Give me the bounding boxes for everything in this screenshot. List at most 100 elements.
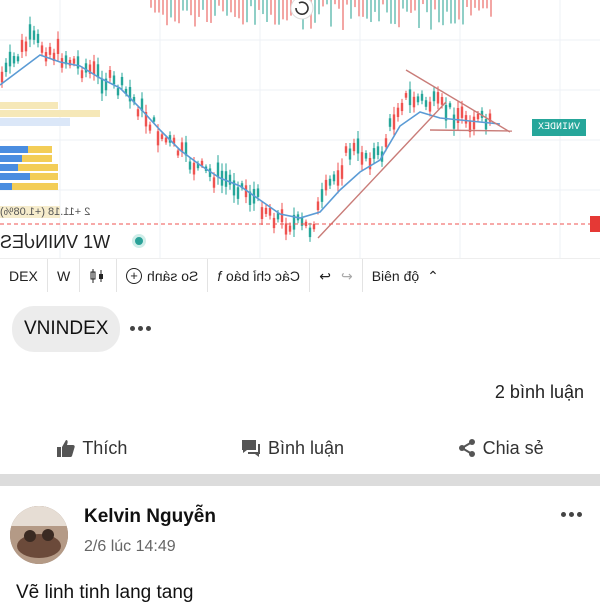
volume-bar <box>398 0 400 28</box>
toolbar-symbol[interactable]: DEX <box>0 259 48 292</box>
comment-button[interactable]: Bình luận <box>240 438 344 459</box>
volume-bar <box>394 0 396 25</box>
tag-more-icon[interactable] <box>130 306 156 350</box>
candle-body <box>72 58 76 64</box>
volume-bar <box>490 0 492 17</box>
volume-bar <box>206 0 208 23</box>
candle-body <box>100 78 104 94</box>
volume-bar <box>454 0 456 24</box>
candle-body <box>316 201 320 211</box>
author-name[interactable]: Kelvin Nguyễn <box>84 506 216 528</box>
candle-body <box>360 152 364 165</box>
comment-icon <box>241 440 260 457</box>
candle-body <box>48 46 52 55</box>
candle-body <box>152 117 156 122</box>
volume-bar <box>422 0 424 5</box>
post-more-icon[interactable] <box>561 504 582 524</box>
volume-bar <box>458 0 460 20</box>
candle-body <box>112 75 116 85</box>
comment-count[interactable]: 2 bình luận <box>495 382 584 403</box>
share-button[interactable]: Chia sẻ <box>457 438 544 459</box>
volume-bar <box>354 0 356 8</box>
candle-body <box>212 177 216 188</box>
volume-bar <box>322 0 324 7</box>
volume-bar <box>386 0 388 13</box>
candle-body <box>408 89 412 106</box>
volume-bar <box>166 0 168 26</box>
volume-bar <box>346 0 348 5</box>
volume-bar <box>434 0 436 10</box>
candle-body <box>332 174 336 182</box>
candles-icon[interactable] <box>80 259 118 292</box>
section-divider <box>0 474 600 486</box>
volume-bar <box>150 0 152 8</box>
volume-bar <box>318 0 320 15</box>
toolbar-interval[interactable]: W <box>48 259 81 292</box>
candle-body <box>76 56 80 69</box>
volume-bar <box>190 0 192 16</box>
candle-body <box>396 107 400 117</box>
volume-bar <box>430 0 432 30</box>
thumbs-up-icon <box>57 440 75 457</box>
share-icon <box>458 439 475 457</box>
volume-bar <box>230 0 232 13</box>
undo-redo-group[interactable]: ↩ ↪ <box>310 259 363 292</box>
candle-body <box>412 96 416 108</box>
volume-bar <box>314 0 316 23</box>
candle-body <box>372 148 376 159</box>
hashtag-pill[interactable]: VNINDEX <box>12 306 121 352</box>
volume-bar <box>414 0 416 11</box>
like-button[interactable]: Thích <box>56 438 127 459</box>
volume-bar <box>390 0 392 24</box>
candle-body <box>352 142 356 152</box>
candle-body <box>28 24 32 40</box>
candle-body <box>336 170 340 186</box>
volume-bar <box>330 0 332 27</box>
candle-body <box>448 103 452 108</box>
volume-bar <box>442 0 444 26</box>
volume-bar <box>262 0 264 15</box>
undo-icon[interactable]: ↩ <box>319 268 331 285</box>
candle-body <box>16 56 20 62</box>
volume-bar <box>278 0 280 25</box>
volume-bar <box>194 0 196 27</box>
volume-bar <box>438 0 440 23</box>
candle-body <box>224 171 228 187</box>
price-label-tag: VNINDEX <box>532 119 587 136</box>
volume-bar <box>370 0 372 23</box>
volume-bar <box>342 0 344 30</box>
candle-body <box>84 63 88 73</box>
rotate-icon[interactable] <box>290 0 314 20</box>
volume-bar <box>406 0 408 12</box>
candle-body <box>20 39 24 52</box>
candle-body <box>120 76 124 86</box>
candle-body <box>452 114 456 129</box>
volume-bar <box>358 0 360 17</box>
volume-bar <box>226 0 228 16</box>
volume-bar <box>266 0 268 22</box>
indicators-button[interactable]: f Các chỉ báo <box>208 259 311 292</box>
candle-body <box>328 178 332 186</box>
volume-bar <box>338 0 340 9</box>
candle-body <box>8 51 12 67</box>
volume-bar <box>250 0 252 7</box>
redo-icon[interactable]: ↪ <box>341 268 353 285</box>
volume-bar <box>402 0 404 9</box>
volume-bar <box>334 0 336 5</box>
volume-bar <box>366 0 368 19</box>
volume-bar <box>482 0 484 9</box>
volume-bar <box>158 0 160 13</box>
candle-body <box>388 118 392 127</box>
candle-body <box>108 69 112 78</box>
candle-body <box>156 131 160 146</box>
avatar[interactable] <box>10 506 68 564</box>
post-timestamp[interactable]: 2/6 lúc 14:49 <box>84 538 176 556</box>
volume-bar <box>254 0 256 25</box>
volume-bar <box>426 0 428 13</box>
compare-button[interactable]: + So sánh <box>117 259 209 292</box>
candle-body <box>416 96 420 103</box>
volume-bar <box>178 0 180 24</box>
candle-body <box>188 161 192 170</box>
candle-body <box>40 45 44 53</box>
range-button[interactable]: Biên độ ⌃ <box>363 259 448 292</box>
